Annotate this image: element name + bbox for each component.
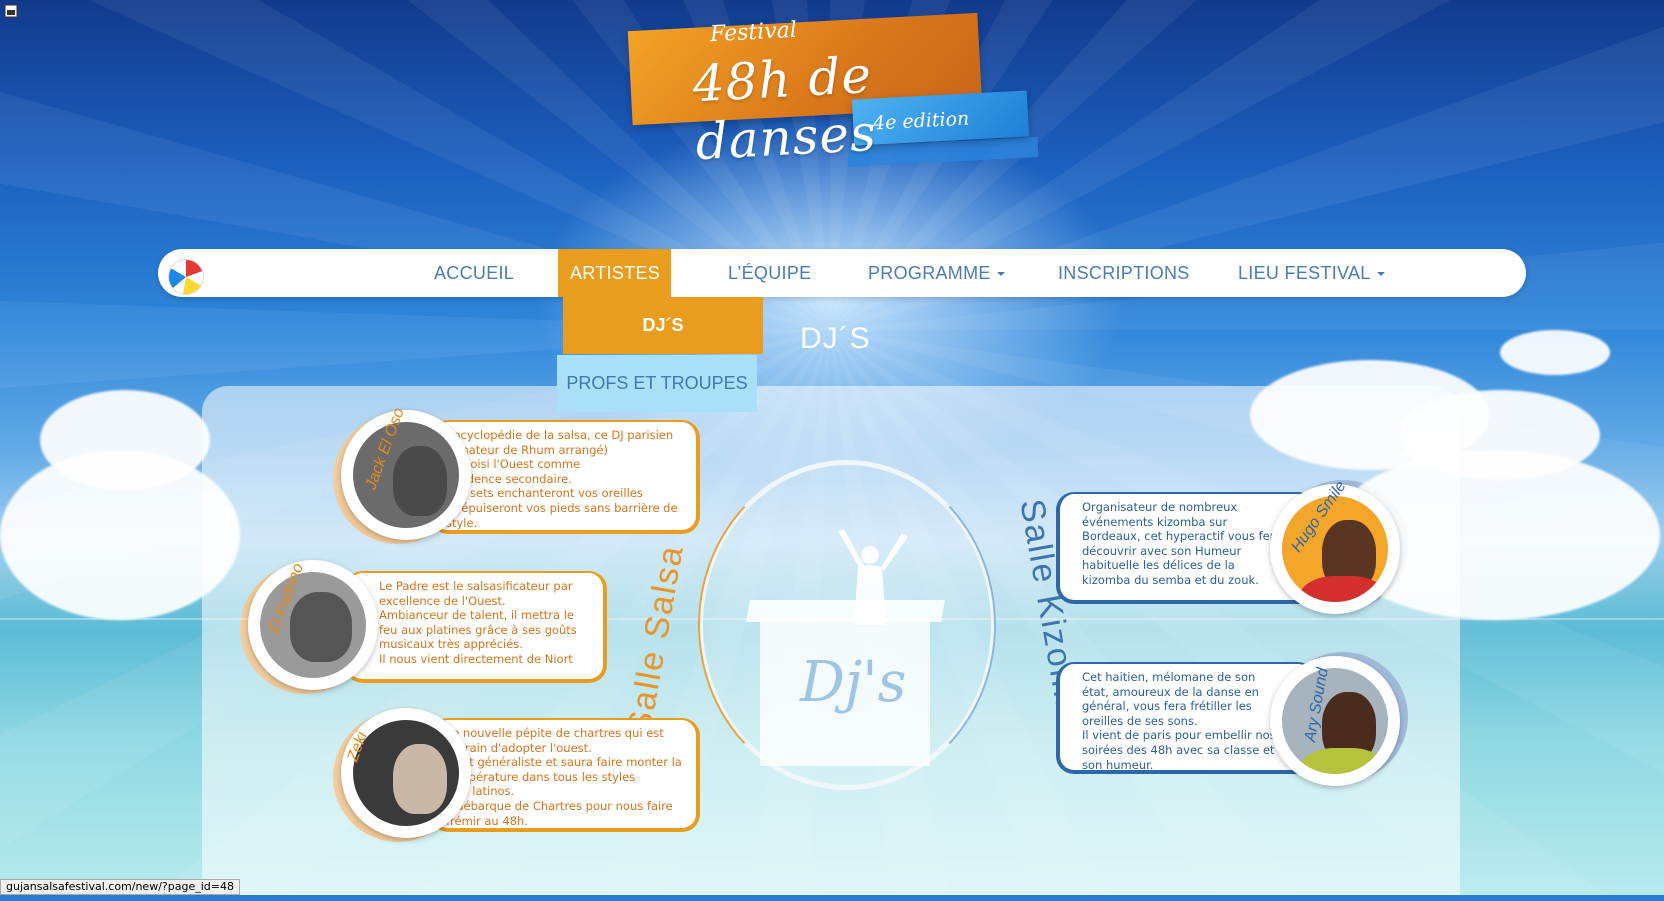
nav-inscriptions-label: INSCRIPTIONS [1058,263,1190,283]
artist-avatar-hugo-smile[interactable]: Hugo Smile [1270,478,1408,614]
artist-bio: Le Padre est le salsasificateur par exce… [379,579,577,666]
nav-inscriptions[interactable]: INSCRIPTIONS [1058,249,1190,297]
main-nav: ACCUEIL ARTISTES L’ÉQUIPE PROGRAMME INSC… [158,249,1526,325]
dj-silhouette-icon [838,529,908,625]
artist-bio: Encyclopédie de la salsa, ce DJ parisien… [446,428,678,530]
festival-logo[interactable]: Festival 48h de danses 4e edition [627,10,1048,180]
cloud [40,390,210,490]
artist-card-el-padrino: Le Padre est le salsasificateur par exce… [345,571,607,683]
nav-artistes-label: ARTISTES [570,263,661,283]
artist-avatar-zeki[interactable]: Zeki [333,708,471,842]
avatar-face [393,446,447,516]
artist-avatar-ary-sound[interactable]: Ary Sound [1270,652,1408,786]
artist-avatar-el-padrino[interactable]: El Padrino [240,560,378,694]
avatar [1282,668,1388,774]
cloud [1500,330,1610,375]
avatar-face [393,744,447,814]
status-bar-url: gujansalsafestival.com/new/?page_id=48 [0,879,240,895]
submenu-profs-et-troupes[interactable]: PROFS ET TROUPES [557,355,757,412]
artist-avatar-jack-el-oso[interactable]: Jack El Oso [333,406,471,544]
nav-artistes[interactable]: ARTISTES [558,249,671,325]
nav-programme-label: PROGRAMME [868,263,991,283]
avatar-face [290,592,352,662]
nav-programme[interactable]: PROGRAMME [868,249,1005,297]
page-icon [4,4,18,18]
caret-down-icon [996,272,1005,277]
submenu-djs[interactable]: DJ´S [563,297,763,354]
nav-lieu-festival[interactable]: LIEU FESTIVAL [1238,249,1385,297]
logo-title: 48h de danses [691,45,878,172]
dj-booth-text: Dj's [800,650,907,715]
nav-accueil-label: ACCUEIL [434,263,515,283]
caret-down-icon [1376,272,1385,277]
avatar-body [1298,748,1388,774]
nav-lieu-festival-label: LIEU FESTIVAL [1238,263,1371,283]
bottom-border [0,895,1664,901]
nav-accueil[interactable]: ACCUEIL [434,249,514,297]
logo-festival-text: Festival [709,17,798,48]
artist-bio: Cet haitien, mélomane de son état, amour… [1082,670,1276,772]
avatar-body [1298,576,1388,602]
artist-bio: Le nouvelle pépite de chartres qui est e… [446,726,682,828]
nav-equipe[interactable]: L’ÉQUIPE [728,249,811,297]
nav-equipe-label: L’ÉQUIPE [728,263,812,283]
page-title: DJ´S [800,322,871,355]
artist-bio: Organisateur de nombreux événements kizo… [1082,500,1282,587]
beach-ball-icon[interactable] [168,259,204,295]
